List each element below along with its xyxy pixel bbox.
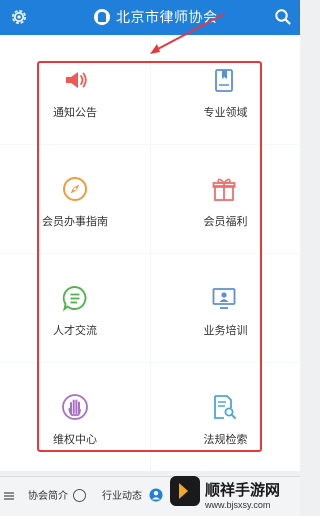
nav-news[interactable]: 行业动态 <box>102 488 142 506</box>
person-icon[interactable] <box>149 488 163 502</box>
association-logo-icon <box>94 9 110 25</box>
watermark-logo-icon <box>170 476 200 506</box>
search-icon[interactable] <box>273 7 293 27</box>
info-icon <box>73 489 86 502</box>
menu-icon <box>4 492 14 500</box>
annotation-arrow <box>150 13 225 54</box>
nav-about[interactable]: 协会简介 <box>28 488 68 506</box>
watermark-text: 顺祥手游网 <box>205 481 281 499</box>
highlight-box <box>37 61 262 452</box>
watermark-url: www.bjsxsy.com <box>205 500 271 510</box>
gear-icon[interactable] <box>9 7 29 27</box>
